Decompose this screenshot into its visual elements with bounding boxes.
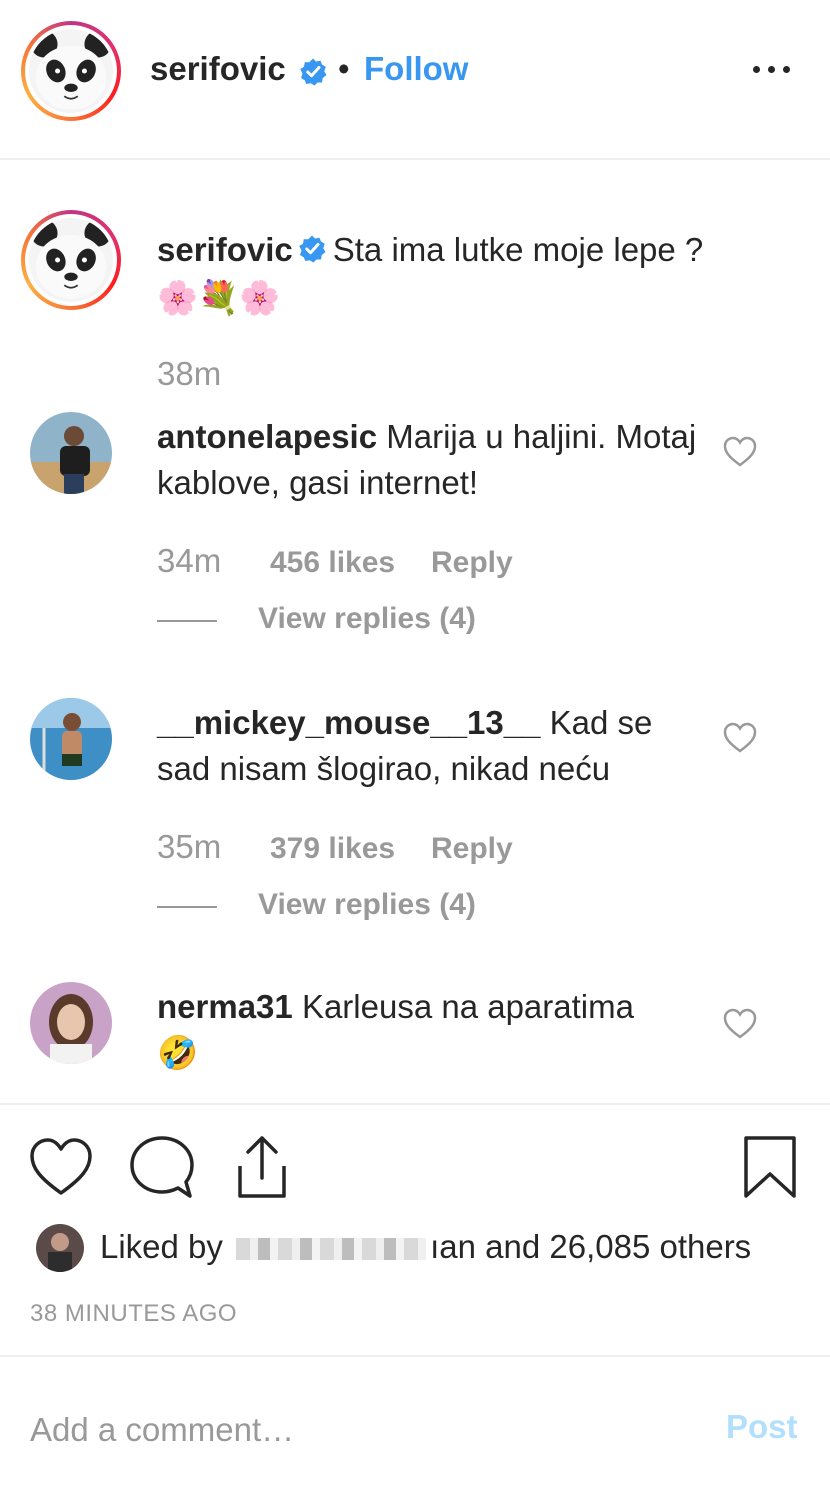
caption-text: Sta ima lutke moje lepe ? [332,231,704,268]
comment-username[interactable]: nerma31 [157,988,293,1025]
caption-username[interactable]: serifovic [157,231,293,268]
view-replies-button[interactable]: View replies (4) [258,602,476,636]
liked-by-prefix: Liked by [100,1228,223,1265]
comment-timestamp[interactable]: 35m [157,828,221,865]
avatar-photo [30,982,112,1064]
obscured-username [236,1238,427,1261]
commenter-avatar[interactable] [30,698,112,780]
comment-timestamp[interactable]: 34m [157,542,221,579]
liker-avatar[interactable] [36,1224,84,1272]
save-bookmark-icon[interactable] [742,1134,798,1200]
reply-button[interactable]: Reply [431,546,513,580]
liked-by-count[interactable]: ıan and 26,085 others [430,1228,751,1265]
comment-username[interactable]: antonelapesic [157,418,377,455]
reply-button[interactable]: Reply [431,832,513,866]
avatar-photo [30,412,112,494]
like-comment-heart-icon[interactable] [723,1008,757,1040]
follow-button[interactable]: Follow [364,50,468,88]
caption-emojis: 🌸💐🌸 [157,279,281,316]
comment-text-block: antonelapesic Marija u haljini. Motaj ka… [157,414,697,506]
more-options-icon[interactable] [750,54,794,84]
comment-likes[interactable]: 456 likes [270,546,395,580]
panda-avatar-image [29,218,113,302]
comment-username[interactable]: __mickey_mouse__13__ [157,704,540,741]
replies-divider [157,620,217,622]
verified-badge-icon [300,58,327,86]
like-comment-heart-icon[interactable] [723,722,757,754]
avatar-photo [30,698,112,780]
post-time-ago[interactable]: 38 MINUTES AGO [30,1300,237,1328]
verified-badge-icon [299,235,326,263]
replies-divider [157,906,217,908]
post-caption: serifovic Sta ima lutke moje lepe ? 🌸💐🌸 [157,226,777,322]
post-header: serifovic • Follow [0,0,830,160]
add-comment-input[interactable] [30,1408,670,1452]
comment-text-block: __mickey_mouse__13__ Kad se sad nisam šl… [157,700,697,792]
liked-by-summary[interactable]: Liked by ıan and 26,085 others [100,1228,751,1266]
share-icon[interactable] [230,1134,294,1200]
author-username[interactable]: serifovic [150,50,286,88]
avatar-photo [36,1224,84,1272]
comment-meta: 34m 456 likes Reply [157,542,513,580]
caption-timestamp[interactable]: 38m [157,355,221,393]
like-heart-icon[interactable] [28,1136,94,1198]
header-separator: • [338,50,350,87]
comment-likes[interactable]: 379 likes [270,832,395,866]
author-avatar[interactable] [21,21,121,121]
comment-text-block: nerma31 Karleusa na aparatima 🤣 [157,984,697,1076]
commenter-avatar[interactable] [30,412,112,494]
post-comment-button[interactable]: Post [726,1408,798,1446]
comment-bubble-icon[interactable] [128,1134,196,1200]
comment-emoji: 🤣 [157,1034,199,1071]
view-replies-button[interactable]: View replies (4) [258,888,476,922]
caption-author-avatar[interactable] [21,210,121,310]
commenter-avatar[interactable] [30,982,112,1064]
comment-meta: 35m 379 likes Reply [157,828,513,866]
comment-text: Karleusa na aparatima [301,988,634,1025]
like-comment-heart-icon[interactable] [723,436,757,468]
panda-avatar-image [29,29,113,113]
